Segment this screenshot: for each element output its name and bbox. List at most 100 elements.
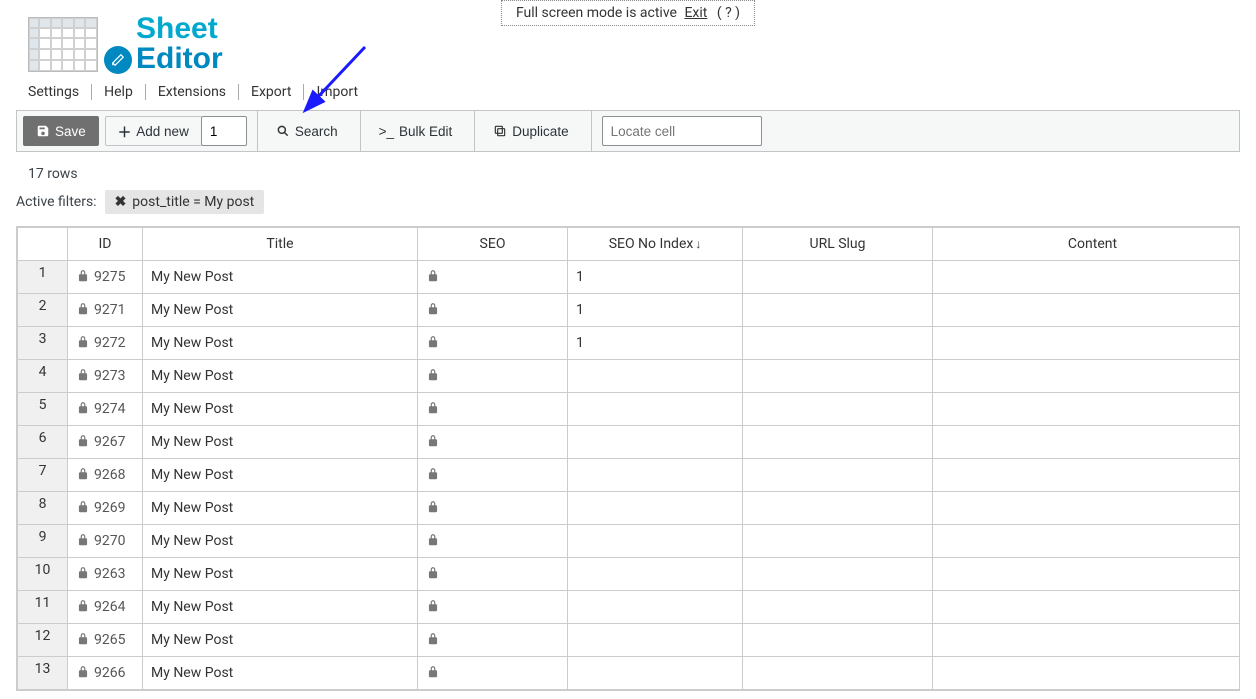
col-header-content[interactable]: Content <box>933 228 1241 261</box>
row-header[interactable]: 7 <box>18 459 68 492</box>
table-row[interactable]: 99270My New Post2 <box>18 525 1241 558</box>
cell-title[interactable]: My New Post <box>143 360 418 393</box>
cell-title[interactable]: My New Post <box>143 591 418 624</box>
table-row[interactable]: 89269My New Post2 <box>18 492 1241 525</box>
cell-noindex[interactable]: 1 <box>568 294 743 327</box>
cell-id[interactable]: 9263 <box>68 558 143 591</box>
cell-slug[interactable] <box>743 525 933 558</box>
cell-content[interactable] <box>933 459 1241 492</box>
col-header-id[interactable]: ID <box>68 228 143 261</box>
duplicate-button[interactable]: Duplicate <box>481 116 580 146</box>
cell-seo[interactable] <box>418 426 568 459</box>
col-header-corner[interactable] <box>18 228 68 261</box>
cell-seo[interactable] <box>418 525 568 558</box>
spreadsheet[interactable]: ID Title SEO SEO No Index↓ URL Slug Cont… <box>16 226 1240 691</box>
cell-content[interactable] <box>933 591 1241 624</box>
cell-slug[interactable] <box>743 459 933 492</box>
row-header[interactable]: 1 <box>18 261 68 294</box>
row-header[interactable]: 9 <box>18 525 68 558</box>
row-header[interactable]: 3 <box>18 327 68 360</box>
cell-content[interactable] <box>933 492 1241 525</box>
cell-content[interactable] <box>933 327 1241 360</box>
cell-seo[interactable] <box>418 459 568 492</box>
row-header[interactable]: 10 <box>18 558 68 591</box>
cell-noindex[interactable]: 1 <box>568 327 743 360</box>
cell-seo[interactable] <box>418 657 568 690</box>
cell-title[interactable]: My New Post <box>143 624 418 657</box>
row-header[interactable]: 2 <box>18 294 68 327</box>
cell-seo[interactable] <box>418 492 568 525</box>
cell-id[interactable]: 9272 <box>68 327 143 360</box>
exit-fullscreen-link[interactable]: Exit <box>684 5 707 21</box>
cell-content[interactable] <box>933 393 1241 426</box>
cell-content[interactable] <box>933 360 1241 393</box>
row-header[interactable]: 11 <box>18 591 68 624</box>
search-button[interactable]: Search <box>264 116 350 146</box>
cell-title[interactable]: My New Post <box>143 294 418 327</box>
cell-noindex[interactable] <box>568 426 743 459</box>
table-row[interactable]: 119264My New Post2 <box>18 591 1241 624</box>
cell-title[interactable]: My New Post <box>143 525 418 558</box>
cell-slug[interactable] <box>743 426 933 459</box>
cell-slug[interactable] <box>743 360 933 393</box>
add-qty-input[interactable] <box>201 116 247 146</box>
cell-id[interactable]: 9265 <box>68 624 143 657</box>
cell-seo[interactable] <box>418 327 568 360</box>
cell-noindex[interactable] <box>568 525 743 558</box>
cell-noindex[interactable] <box>568 591 743 624</box>
cell-noindex[interactable] <box>568 657 743 690</box>
cell-slug[interactable] <box>743 591 933 624</box>
cell-slug[interactable] <box>743 294 933 327</box>
table-row[interactable]: 69267My New Post2 <box>18 426 1241 459</box>
menu-extensions[interactable]: Extensions <box>145 84 238 100</box>
menu-settings[interactable]: Settings <box>28 84 91 100</box>
row-header[interactable]: 6 <box>18 426 68 459</box>
table-row[interactable]: 79268My New Post2 <box>18 459 1241 492</box>
cell-id[interactable]: 9273 <box>68 360 143 393</box>
table-row[interactable]: 129265My New Post2 <box>18 624 1241 657</box>
cell-noindex[interactable] <box>568 492 743 525</box>
cell-content[interactable] <box>933 558 1241 591</box>
save-button[interactable]: Save <box>23 116 99 146</box>
cell-seo[interactable] <box>418 591 568 624</box>
locate-cell-input[interactable] <box>602 116 762 146</box>
cell-id[interactable]: 9266 <box>68 657 143 690</box>
col-header-seo[interactable]: SEO <box>418 228 568 261</box>
cell-id[interactable]: 9264 <box>68 591 143 624</box>
cell-id[interactable]: 9274 <box>68 393 143 426</box>
cell-slug[interactable] <box>743 657 933 690</box>
cell-title[interactable]: My New Post <box>143 426 418 459</box>
cell-content[interactable] <box>933 657 1241 690</box>
cell-slug[interactable] <box>743 624 933 657</box>
row-header[interactable]: 12 <box>18 624 68 657</box>
cell-content[interactable] <box>933 624 1241 657</box>
cell-slug[interactable] <box>743 492 933 525</box>
cell-slug[interactable] <box>743 327 933 360</box>
cell-id[interactable]: 9271 <box>68 294 143 327</box>
cell-noindex[interactable] <box>568 360 743 393</box>
menu-import[interactable]: Import <box>303 84 370 100</box>
row-header[interactable]: 5 <box>18 393 68 426</box>
cell-id[interactable]: 9275 <box>68 261 143 294</box>
cell-title[interactable]: My New Post <box>143 327 418 360</box>
table-row[interactable]: 59274My New Post2 <box>18 393 1241 426</box>
table-row[interactable]: 109263My New Post2 <box>18 558 1241 591</box>
cell-seo[interactable] <box>418 294 568 327</box>
menu-help[interactable]: Help <box>91 84 145 100</box>
cell-slug[interactable] <box>743 558 933 591</box>
cell-content[interactable] <box>933 294 1241 327</box>
col-header-noindex[interactable]: SEO No Index↓ <box>568 228 743 261</box>
table-row[interactable]: 39272My New Post12 <box>18 327 1241 360</box>
cell-title[interactable]: My New Post <box>143 459 418 492</box>
cell-noindex[interactable] <box>568 393 743 426</box>
cell-title[interactable]: My New Post <box>143 657 418 690</box>
row-header[interactable]: 8 <box>18 492 68 525</box>
cell-title[interactable]: My New Post <box>143 261 418 294</box>
remove-filter-icon[interactable]: ✖ <box>115 194 127 210</box>
col-header-title[interactable]: Title <box>143 228 418 261</box>
cell-id[interactable]: 9269 <box>68 492 143 525</box>
cell-noindex[interactable] <box>568 624 743 657</box>
fullscreen-help-link[interactable]: ( ? ) <box>717 5 740 21</box>
row-header[interactable]: 13 <box>18 657 68 690</box>
col-header-slug[interactable]: URL Slug <box>743 228 933 261</box>
